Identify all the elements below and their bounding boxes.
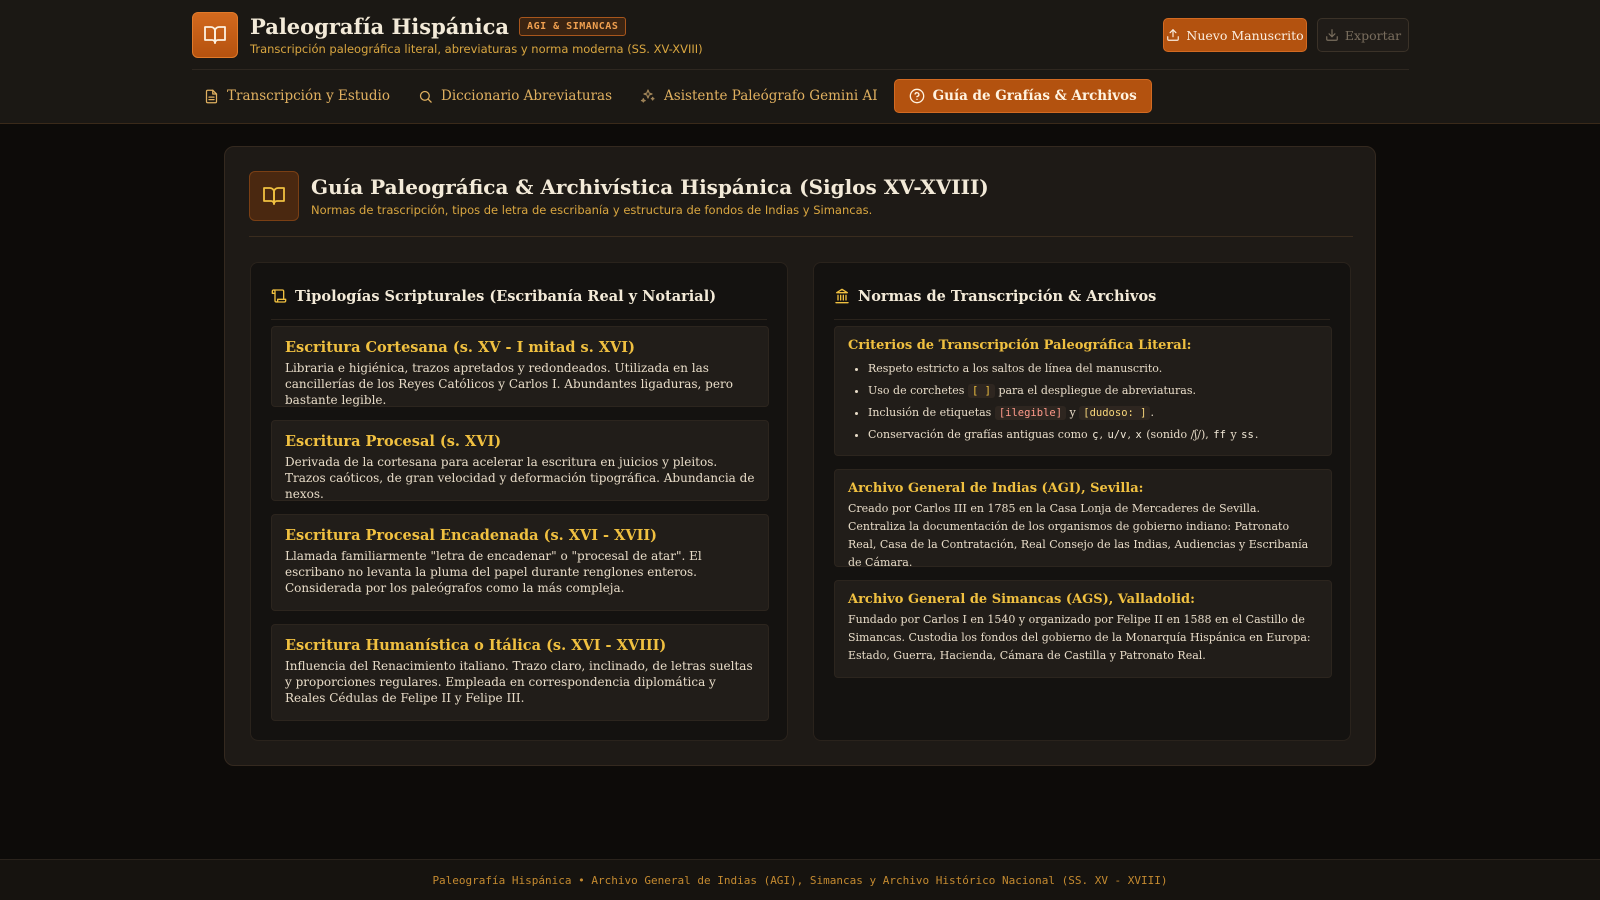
footer-text: Paleografía Hispánica • Archivo General … <box>432 873 1168 887</box>
script-type-desc: Libraria e higiénica, trazos apretados y… <box>285 361 733 407</box>
list-item: Escritura Procesal Encadenada (s. XVI - … <box>271 514 769 611</box>
list-item: Escritura Procesal (s. XVI) Derivada de … <box>271 420 769 501</box>
tab-label: Diccionario Abreviaturas <box>441 88 613 104</box>
archive-desc: Creado por Carlos III en 1785 en la Casa… <box>848 502 1309 569</box>
tab-guia[interactable]: Guía de Grafías & Archivos <box>893 79 1152 113</box>
landmark-icon <box>835 288 849 304</box>
script-type-title: Escritura Procesal (s. XVI) <box>285 433 502 450</box>
download-icon <box>1326 29 1338 41</box>
typologies-title: Tipologías Scripturales (Escribanía Real… <box>295 287 717 305</box>
new-manuscript-label: Nuevo Manuscrito <box>1186 27 1304 43</box>
list-item: Conservación de grafías antiguas como ç,… <box>868 424 1318 446</box>
guide-title: Guía Paleográfica & Archivística Hispáni… <box>311 175 989 199</box>
brackets-code: [ ] <box>967 384 995 398</box>
tab-label: Guía de Grafías & Archivos <box>932 88 1137 104</box>
list-item: Escritura Humanística o Itálica (s. XVI … <box>271 624 769 721</box>
list-item: Escritura Cortesana (s. XV - I mitad s. … <box>271 326 769 407</box>
transcription-criteria: Criterios de Transcripción Paleográfica … <box>834 326 1332 456</box>
script-type-desc: Derivada de la cortesana para acelerar l… <box>285 455 755 501</box>
archive-badge: AGI & SIMANCAS <box>519 17 627 36</box>
tab-label: Transcripción y Estudio <box>227 88 391 104</box>
script-type-title: Escritura Cortesana (s. XV - I mitad s. … <box>285 339 635 356</box>
header-divider <box>192 69 1409 70</box>
app-title: Paleografía Hispánica <box>250 14 510 39</box>
archive-title: Archivo General de Indias (AGI), Sevilla… <box>848 481 1144 496</box>
footer: Paleografía Hispánica • Archivo General … <box>0 859 1600 900</box>
archive-desc: Fundado por Carlos I en 1540 y organizad… <box>848 613 1311 662</box>
brand: Paleografía Hispánica AGI & SIMANCAS Tra… <box>192 12 703 58</box>
list-item: Respeto estricto a los saltos de línea d… <box>868 358 1318 380</box>
script-type-desc: Influencia del Renacimiento italiano. Tr… <box>285 659 753 705</box>
archive-ags: Archivo General de Simancas (AGS), Valla… <box>834 580 1332 678</box>
norms-header: Normas de Transcripción & Archivos <box>834 283 1330 320</box>
typologies-header: Tipologías Scripturales (Escribanía Real… <box>271 283 767 320</box>
script-type-desc: Llamada familiarmente "letra de encadena… <box>285 549 702 595</box>
tab-asistente[interactable]: Asistente Paleógrafo Gemini AI <box>628 79 890 113</box>
tab-transcripcion[interactable]: Transcripción y Estudio <box>192 79 402 113</box>
guide-subtitle: Normas de trascripción, tipos de letra d… <box>311 203 873 217</box>
search-icon <box>419 90 432 103</box>
document-icon <box>205 89 218 103</box>
norms-title: Normas de Transcripción & Archivos <box>858 287 1157 305</box>
typologies-panel: Tipologías Scripturales (Escribanía Real… <box>250 262 788 741</box>
tab-label: Asistente Paleógrafo Gemini AI <box>664 88 878 104</box>
list-item: Uso de corchetes [ ] para el despliegue … <box>868 380 1318 402</box>
sparkles-icon <box>640 89 655 103</box>
illegible-tag-code: [ilegible] <box>994 406 1067 420</box>
book-logo-icon <box>192 12 238 58</box>
book-icon <box>249 171 299 221</box>
doubtful-tag-code: [dudoso: ] <box>1079 406 1151 420</box>
archive-agi: Archivo General de Indias (AGI), Sevilla… <box>834 469 1332 569</box>
app-subtitle: Transcripción paleográfica literal, abre… <box>250 42 703 56</box>
top-header: Paleografía Hispánica AGI & SIMANCAS Tra… <box>0 0 1600 124</box>
criteria-list: Respeto estricto a los saltos de línea d… <box>848 358 1318 446</box>
upload-icon <box>1167 29 1180 41</box>
scroll-icon <box>271 289 287 303</box>
list-item: Inclusión de etiquetas [ilegible] y [dud… <box>868 402 1318 424</box>
tab-diccionario[interactable]: Diccionario Abreviaturas <box>406 79 624 113</box>
new-manuscript-button[interactable]: Nuevo Manuscrito <box>1163 18 1307 52</box>
guide-card: Guía Paleográfica & Archivística Hispáni… <box>224 146 1376 766</box>
criteria-title: Criterios de Transcripción Paleográfica … <box>848 338 1192 353</box>
script-type-title: Escritura Humanística o Itálica (s. XVI … <box>285 637 667 654</box>
help-circle-icon <box>909 88 924 104</box>
archive-title: Archivo General de Simancas (AGS), Valla… <box>848 592 1195 607</box>
guide-header: Guía Paleográfica & Archivística Hispáni… <box>249 171 989 221</box>
norms-panel: Normas de Transcripción & Archivos Crite… <box>813 262 1351 741</box>
export-label: Exportar <box>1344 27 1402 43</box>
main-tabs: Transcripción y Estudio Diccionario Abre… <box>192 78 1156 114</box>
guide-divider <box>249 236 1353 237</box>
script-type-title: Escritura Procesal Encadenada (s. XVI - … <box>285 527 658 544</box>
export-button[interactable]: Exportar <box>1317 18 1409 52</box>
